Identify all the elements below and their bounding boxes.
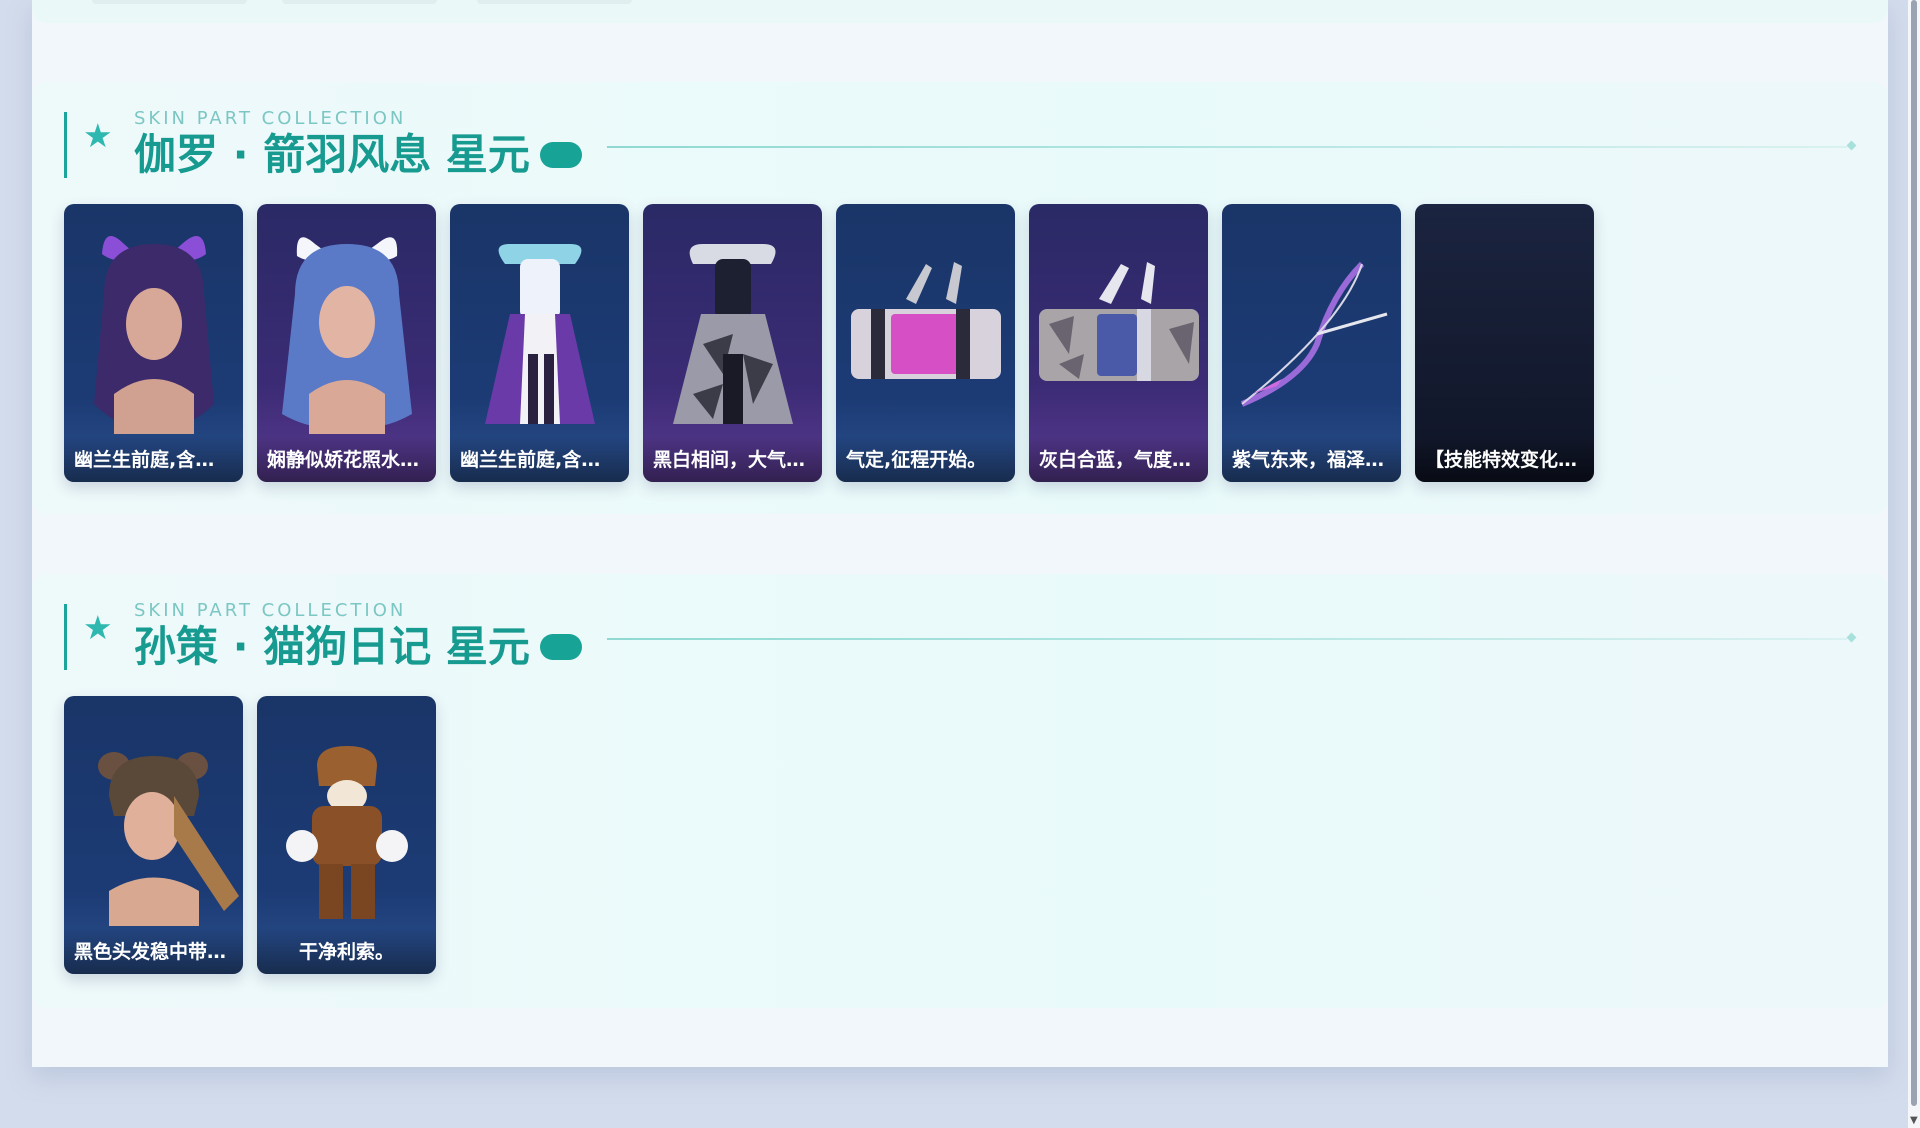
skin-part-card[interactable]: 气定,征程开始。 [836, 204, 1015, 482]
card-label: 黑白相间，大气… [653, 449, 806, 471]
section-subtitle: SKIN PART COLLECTION [134, 600, 407, 621]
card-edge [477, 0, 632, 4]
skin-part-card[interactable]: 干净利索。 [257, 696, 436, 974]
card-label: 幽兰生前庭,含… [74, 449, 215, 471]
section-title: 伽罗 · 箭羽风息 星元 [134, 129, 582, 181]
skin-part-section: ★ SKIN PART COLLECTION 孙策 · 猫狗日记 星元 黑色头发… [32, 574, 1888, 1008]
card-label: 干净利索。 [298, 941, 394, 963]
card-label: 气定,征程开始。 [846, 449, 987, 471]
outfit-purple-image [485, 244, 595, 424]
section-subtitle: SKIN PART COLLECTION [134, 108, 407, 129]
bow-purple-image [1240, 261, 1388, 407]
star-icon: ★ [83, 116, 113, 155]
skin-part-card[interactable]: 黑白相间，大气… [643, 204, 822, 482]
card-label: 黑色头发稳中带… [74, 941, 227, 963]
hair-purple-image [94, 236, 214, 434]
vertical-scrollbar[interactable]: ▼ [1908, 0, 1920, 1128]
outfit-brown-image [286, 746, 408, 919]
status-pill [539, 633, 582, 660]
diamond-icon [1846, 140, 1857, 151]
section-title-text: 伽罗 · 箭羽风息 星元 [134, 130, 530, 179]
section-accent-bar [64, 604, 67, 670]
skin-part-card[interactable]: 幽兰生前庭,含… [450, 204, 629, 482]
card-label: 娴静似娇花照水… [267, 449, 420, 471]
diamond-icon [1846, 632, 1857, 643]
skin-part-list: 黑色头发稳中带… 干净利索。 [64, 696, 436, 974]
skin-part-list: 幽兰生前庭,含… 娴静似娇花照水… 幽兰生前庭,含… 黑白相间，大气… 气定,征… [64, 204, 1594, 482]
card-edge [282, 0, 437, 4]
card-label: 【技能特效变化… [1425, 449, 1578, 471]
card-edge [92, 0, 247, 4]
skin-part-card[interactable]: 娴静似娇花照水… [257, 204, 436, 482]
section-accent-bar [64, 112, 67, 178]
skin-part-card[interactable]: 黑色头发稳中带… [64, 696, 243, 974]
divider-line [607, 146, 1847, 148]
section-title-text: 孙策 · 猫狗日记 星元 [134, 622, 530, 671]
skin-part-card[interactable]: 紫气东来，福泽… [1222, 204, 1401, 482]
skin-part-section: ★ SKIN PART COLLECTION 伽罗 · 箭羽风息 星元 幽兰生前… [32, 82, 1888, 514]
previous-section-edge [32, 0, 1888, 23]
card-label: 灰白合蓝，气度… [1039, 449, 1192, 471]
head-brown-image [98, 752, 239, 926]
skin-part-card[interactable]: 幽兰生前庭,含… [64, 204, 243, 482]
status-pill [539, 141, 582, 168]
skin-part-card[interactable]: 【技能特效变化… [1415, 204, 1594, 482]
star-icon: ★ [83, 608, 113, 647]
scroll-down-arrow-icon[interactable]: ▼ [1910, 1115, 1918, 1126]
quiver-pink-image [851, 262, 1001, 379]
card-label: 紫气东来，福泽… [1232, 449, 1385, 471]
hair-blue-image [282, 237, 412, 434]
card-label: 幽兰生前庭,含… [460, 449, 601, 471]
divider-line [607, 638, 1847, 640]
skin-part-card[interactable]: 灰白合蓝，气度… [1029, 204, 1208, 482]
outfit-camo-image [673, 244, 793, 424]
section-title: 孙策 · 猫狗日记 星元 [134, 621, 582, 673]
scrollbar-thumb[interactable] [1911, 0, 1917, 1106]
quiver-camo-image [1039, 262, 1199, 381]
